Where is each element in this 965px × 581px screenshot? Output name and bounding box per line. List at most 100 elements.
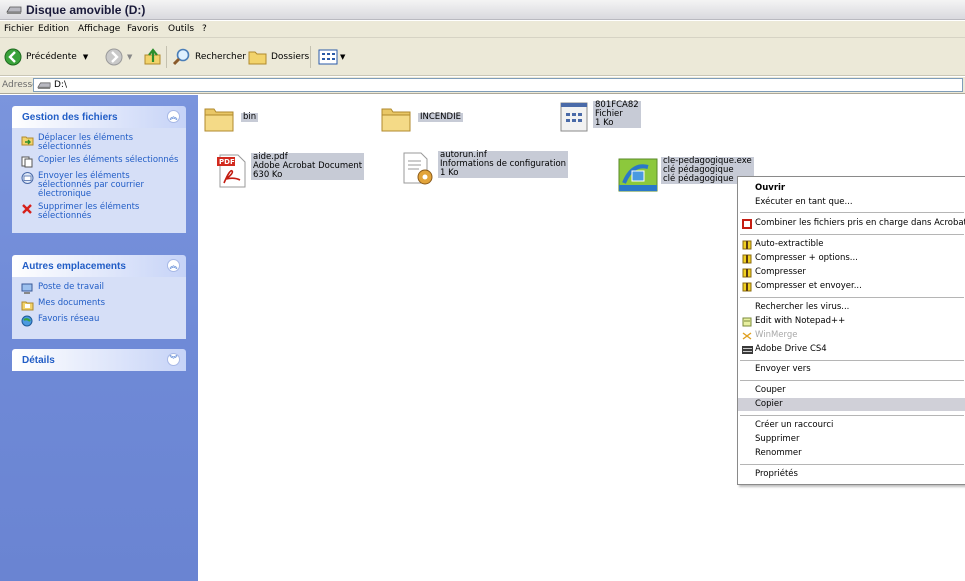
place-my-computer[interactable]: Poste de travail bbox=[20, 283, 180, 295]
menu-bar: Fichier Edition Affichage Favoris Outils… bbox=[0, 21, 965, 38]
menu-compress[interactable]: Compresser bbox=[738, 266, 965, 279]
menu-affichage[interactable]: Affichage bbox=[78, 24, 120, 34]
place-my-documents-label: Mes documents bbox=[38, 298, 106, 308]
menu-winmerge-label: WinMerge bbox=[755, 330, 798, 340]
menu-acrobat-combine[interactable]: Combiner les fichiers pris en charge dan… bbox=[738, 217, 965, 230]
toolbar: Précédente ▼ ▼ Rechercher Dossiers ▼ bbox=[0, 38, 965, 76]
file-tasks-header[interactable]: Gestion des fichiers ︽ bbox=[12, 106, 186, 128]
other-places-title: Autres emplacements bbox=[22, 261, 126, 272]
menu-create-shortcut[interactable]: Créer un raccourci bbox=[738, 419, 965, 432]
menu-separator bbox=[740, 234, 964, 235]
task-copy-label: Copier les éléments sélectionnés bbox=[38, 155, 179, 165]
collapse-chevron-icon[interactable]: ︽ bbox=[167, 259, 180, 272]
views-button[interactable]: ▼ bbox=[318, 47, 345, 67]
archive-icon bbox=[742, 240, 752, 250]
file-labels: autorun.inf Informations de configuratio… bbox=[438, 151, 569, 178]
toolbar-separator bbox=[166, 46, 167, 68]
place-my-documents[interactable]: Mes documents bbox=[20, 299, 180, 311]
search-button[interactable]: Rechercher bbox=[172, 47, 246, 67]
context-menu: Ouvrir Exécuter en tant que... Combiner … bbox=[737, 176, 965, 485]
menu-auto-extract[interactable]: Auto-extractible bbox=[738, 238, 965, 251]
place-network[interactable]: Favoris réseau bbox=[20, 315, 180, 327]
menu-separator bbox=[740, 360, 964, 361]
menu-separator bbox=[740, 297, 964, 298]
details-header[interactable]: Détails ︾ bbox=[12, 349, 186, 371]
task-delete[interactable]: Supprimer les éléments sélectionnés bbox=[20, 203, 180, 221]
winmerge-icon bbox=[742, 332, 752, 340]
place-my-computer-label: Poste de travail bbox=[38, 282, 105, 292]
file-item-801fca82[interactable]: 801FCA82 Fichier 1 Ko bbox=[558, 101, 641, 133]
folder-icon bbox=[381, 108, 411, 132]
menu-separator bbox=[740, 415, 964, 416]
other-places-body: Poste de travail Mes documents Favoris r… bbox=[12, 277, 186, 339]
menu-separator bbox=[740, 380, 964, 381]
menu-compress-send[interactable]: Compresser et envoyer... bbox=[738, 280, 965, 293]
menu-scan-virus[interactable]: Rechercher les virus... bbox=[738, 301, 965, 314]
file-item-autorun-inf[interactable]: autorun.inf Informations de configuratio… bbox=[401, 151, 569, 187]
menu-separator bbox=[740, 464, 964, 465]
menu-rename[interactable]: Renommer bbox=[738, 447, 965, 460]
menu-send-to[interactable]: Envoyer vers bbox=[738, 363, 965, 376]
menu-fichier[interactable]: Fichier bbox=[4, 24, 33, 34]
file-item-aide-pdf[interactable]: PDF aide.pdf Adobe Acrobat Document 630 … bbox=[216, 153, 365, 189]
collapse-chevron-icon[interactable]: ︽ bbox=[167, 110, 180, 123]
menu-compress-options[interactable]: Compresser + options... bbox=[738, 252, 965, 265]
file-labels: 801FCA82 Fichier 1 Ko bbox=[593, 101, 641, 128]
back-dropdown-icon[interactable]: ▼ bbox=[83, 53, 88, 61]
menu-compress-label: Compresser bbox=[755, 267, 806, 277]
generic-file-icon bbox=[560, 102, 588, 132]
task-email[interactable]: Envoyer les éléments sélectionnés par co… bbox=[20, 172, 180, 199]
forward-arrow-icon bbox=[105, 48, 123, 66]
menu-edition[interactable]: Edition bbox=[38, 24, 69, 34]
back-arrow-icon bbox=[4, 48, 22, 66]
menu-winmerge[interactable]: WinMerge bbox=[738, 329, 965, 342]
expand-chevron-icon[interactable]: ︾ bbox=[167, 353, 180, 366]
menu-notepad[interactable]: Edit with Notepad++ bbox=[738, 315, 965, 328]
file-tasks-body: Déplacer les éléments sélectionnés Copie… bbox=[12, 128, 186, 233]
task-pane: Gestion des fichiers ︽ Déplacer les élém… bbox=[0, 95, 198, 581]
menu-adobe-drive[interactable]: Adobe Drive CS4 bbox=[738, 343, 965, 356]
back-label: Précédente bbox=[26, 52, 77, 62]
task-copy[interactable]: Copier les éléments sélectionnés bbox=[20, 156, 180, 168]
task-move[interactable]: Déplacer les éléments sélectionnés bbox=[20, 134, 180, 152]
address-bar: Adresse D:\ bbox=[0, 77, 965, 94]
up-folder-icon bbox=[144, 48, 161, 65]
task-email-label: Envoyer les éléments sélectionnés par co… bbox=[38, 171, 144, 199]
my-computer-icon bbox=[20, 283, 34, 295]
back-button[interactable]: Précédente ▼ bbox=[4, 47, 88, 67]
forward-dropdown-icon[interactable]: ▼ bbox=[127, 53, 132, 61]
file-item-cle-pedagogique[interactable]: cle-pedagogique.exe clé pédagogique clé … bbox=[618, 157, 754, 193]
folders-label: Dossiers bbox=[271, 52, 310, 62]
menu-help[interactable]: ? bbox=[202, 24, 207, 34]
file-size: 1 Ko bbox=[593, 119, 641, 128]
views-dropdown-icon[interactable]: ▼ bbox=[340, 53, 345, 61]
menu-auto-extract-label: Auto-extractible bbox=[755, 239, 824, 249]
menu-copy[interactable]: Copier bbox=[738, 398, 965, 411]
file-labels: aide.pdf Adobe Acrobat Document 630 Ko bbox=[251, 153, 365, 180]
menu-notepad-label: Edit with Notepad++ bbox=[755, 316, 846, 326]
menu-outils[interactable]: Outils bbox=[168, 24, 194, 34]
menu-acrobat-label: Combiner les fichiers pris en charge dan… bbox=[755, 218, 965, 228]
address-input[interactable]: D:\ bbox=[33, 78, 963, 92]
menu-open[interactable]: Ouvrir bbox=[738, 182, 965, 195]
menu-properties[interactable]: Propriétés bbox=[738, 468, 965, 481]
place-network-label: Favoris réseau bbox=[38, 314, 100, 324]
notepad-icon bbox=[742, 317, 752, 327]
delete-x-icon bbox=[20, 203, 34, 215]
file-item-bin[interactable]: bin bbox=[203, 103, 259, 133]
file-name: bin bbox=[241, 112, 259, 122]
removable-drive-icon bbox=[6, 6, 22, 14]
up-button[interactable] bbox=[143, 47, 163, 67]
other-places-header[interactable]: Autres emplacements ︽ bbox=[12, 255, 186, 277]
config-file-icon bbox=[403, 152, 433, 185]
file-item-incendie[interactable]: INCENDIE bbox=[380, 103, 463, 133]
task-delete-label: Supprimer les éléments sélectionnés bbox=[38, 202, 140, 221]
menu-delete[interactable]: Supprimer bbox=[738, 433, 965, 446]
menu-cut[interactable]: Couper bbox=[738, 384, 965, 397]
folders-button[interactable]: Dossiers bbox=[248, 47, 309, 67]
menu-favoris[interactable]: Favoris bbox=[127, 24, 159, 34]
menu-run-as[interactable]: Exécuter en tant que... bbox=[738, 196, 965, 209]
archive-icon bbox=[742, 282, 752, 292]
window-title: Disque amovible (D:) bbox=[26, 3, 146, 17]
forward-button[interactable]: ▼ bbox=[105, 47, 132, 67]
